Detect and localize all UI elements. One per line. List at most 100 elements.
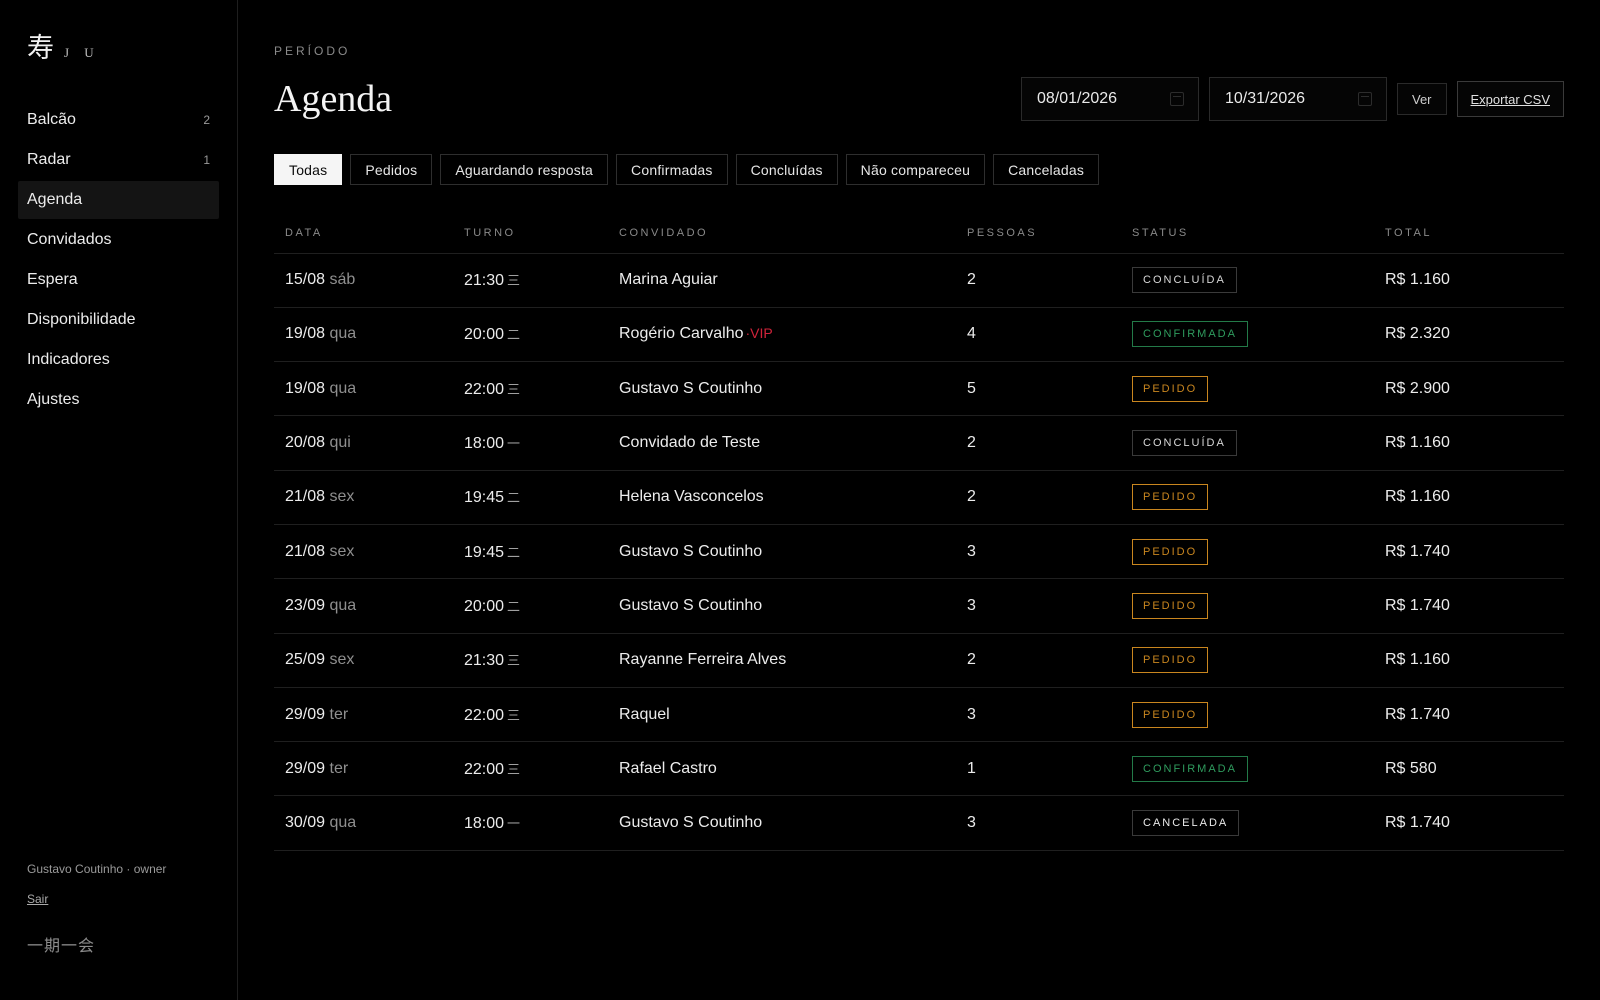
sidebar-item-indicadores[interactable]: Indicadores: [18, 341, 219, 379]
main-content: PERÍODO Agenda 08/01/2026 10/31/2026 Ver…: [238, 0, 1600, 1000]
cell-date: 29/09 ter: [274, 687, 453, 743]
weekday: sex: [329, 542, 355, 560]
cell-people: 2: [956, 415, 1121, 471]
sidebar-item-ajustes[interactable]: Ajustes: [18, 381, 219, 419]
cell-shift: 21:30 三: [453, 633, 608, 688]
logout-link[interactable]: Sair: [27, 892, 48, 906]
status-badge: CONCLUÍDA: [1132, 267, 1237, 294]
date-from-input[interactable]: 08/01/2026: [1021, 77, 1199, 121]
time-value: 20:00: [464, 597, 505, 615]
sidebar-item-disponibilidade[interactable]: Disponibilidade: [18, 301, 219, 339]
status-badge: CONCLUÍDA: [1132, 430, 1237, 457]
date-to-value: 10/31/2026: [1225, 90, 1306, 107]
guest-name[interactable]: Helena Vasconcelos: [619, 488, 764, 505]
shift-glyph: 二: [507, 545, 521, 561]
date-from-value: 08/01/2026: [1037, 90, 1118, 107]
status-badge: PEDIDO: [1132, 484, 1209, 511]
table-row[interactable]: 29/09 ter 22:00 三 Rafael Castro 1 CONFIRMADA R…: [274, 741, 1564, 797]
sidebar-item-espera[interactable]: Espera: [18, 261, 219, 299]
table-row[interactable]: 20/08 qui 18:00 一 Convidado de Teste 2 CONCLU…: [274, 415, 1564, 471]
sidebar-item-radar[interactable]: Radar 1: [18, 141, 219, 179]
guest-name[interactable]: Rogério Carvalho: [619, 325, 744, 342]
table-row[interactable]: 19/08 qua 22:00 三 Gustavo S Coutinho 5 PEDIDO…: [274, 361, 1564, 417]
cell-status: PEDIDO: [1121, 470, 1374, 525]
filter-confirmadas[interactable]: Confirmadas: [616, 154, 728, 185]
filter-canceladas[interactable]: Canceladas: [993, 154, 1100, 185]
cell-date: 20/08 qui: [274, 415, 453, 471]
table-row[interactable]: 25/09 sex 21:30 三 Rayanne Ferreira Alves 2 PE…: [274, 633, 1564, 688]
guest-name[interactable]: Gustavo S Coutinho: [619, 597, 762, 614]
cell-date: 29/09 ter: [274, 741, 453, 797]
table-row[interactable]: 21/08 sex 19:45 二 Helena Vasconcelos 2 PEDIDO…: [274, 470, 1564, 525]
weekday: qua: [329, 325, 357, 343]
filter-pedidos[interactable]: Pedidos: [350, 154, 433, 185]
table-row[interactable]: 21/08 sex 19:45 二 Gustavo S Coutinho 3 PEDIDO…: [274, 524, 1564, 580]
table-row[interactable]: 23/09 qua 20:00 二 Gustavo S Coutinho 3 PEDIDO…: [274, 578, 1564, 634]
view-button[interactable]: Ver: [1397, 83, 1447, 115]
filter-todas[interactable]: Todas: [274, 154, 343, 185]
calendar-icon[interactable]: [1170, 92, 1184, 106]
cell-people: 5: [956, 361, 1121, 417]
cell-shift: 22:00 三: [453, 741, 608, 797]
sidebar-item-label: Agenda: [27, 191, 83, 208]
shift-glyph: 二: [507, 599, 521, 615]
table-row[interactable]: 19/08 qua 20:00 二 Rogério Carvalho ·VIP 4 CONF…: [274, 307, 1564, 363]
cell-shift: 19:45 二: [453, 524, 608, 580]
time-value: 22:00: [464, 706, 505, 724]
guest-name[interactable]: Marina Aguiar: [619, 271, 718, 288]
guest-name[interactable]: Raquel: [619, 706, 670, 723]
date-value: 15/08: [285, 271, 326, 289]
cell-date: 30/09 qua: [274, 795, 453, 851]
guest-name[interactable]: Gustavo S Coutinho: [619, 543, 762, 560]
guest-name[interactable]: Gustavo S Coutinho: [619, 814, 762, 831]
cell-shift: 21:30 三: [453, 253, 608, 308]
cell-guest: Gustavo S Coutinho: [608, 524, 956, 580]
sidebar-item-count: 1: [203, 153, 210, 167]
cell-status: CONCLUÍDA: [1121, 253, 1374, 308]
column-header-convidado: CONVIDADO: [608, 213, 956, 254]
cell-guest: Raquel: [608, 687, 956, 743]
cell-people: 2: [956, 470, 1121, 525]
cell-guest: Convidado de Teste: [608, 415, 956, 471]
cell-people: 2: [956, 633, 1121, 688]
time-value: 22:00: [464, 760, 505, 778]
filter-nao-compareceu[interactable]: Não compareceu: [845, 154, 986, 185]
cell-shift: 18:00 一: [453, 415, 608, 471]
date-value: 19/08: [285, 379, 326, 397]
sidebar-item-label: Indicadores: [27, 351, 110, 368]
guest-name[interactable]: Gustavo S Coutinho: [619, 380, 762, 397]
filter-aguardando-resposta[interactable]: Aguardando resposta: [440, 154, 609, 185]
export-csv-button[interactable]: Exportar CSV: [1456, 81, 1564, 117]
cell-date: 21/08 sex: [274, 470, 453, 525]
cell-shift: 20:00 二: [453, 578, 608, 634]
status-badge: CONFIRMADA: [1132, 755, 1248, 782]
date-to-input[interactable]: 10/31/2026: [1209, 77, 1387, 121]
calendar-icon[interactable]: [1358, 92, 1372, 106]
guest-name[interactable]: Rayanne Ferreira Alves: [619, 651, 786, 668]
filter-concluidas[interactable]: Concluídas: [735, 154, 838, 185]
sidebar: 寿 J U Balcão 2 Radar 1 Agenda Convidados Esper…: [0, 0, 238, 1000]
cell-status: PEDIDO: [1121, 578, 1374, 634]
sidebar-item-convidados[interactable]: Convidados: [18, 221, 219, 259]
status-badge: PEDIDO: [1132, 375, 1209, 402]
sidebar-item-balcao[interactable]: Balcão 2: [18, 101, 219, 139]
cell-people: 1: [956, 741, 1121, 797]
guest-name[interactable]: Rafael Castro: [619, 760, 717, 777]
brand-logo[interactable]: 寿 J U: [18, 26, 219, 65]
date-value: 19/08: [285, 325, 326, 343]
table-row[interactable]: 29/09 ter 22:00 三 Raquel 3 PEDIDO R$ 1.740: [274, 687, 1564, 743]
sidebar-item-agenda[interactable]: Agenda: [18, 181, 219, 219]
table-row[interactable]: 30/09 qua 18:00 一 Gustavo S Coutinho 3 CANCEL…: [274, 795, 1564, 851]
date-value: 30/09: [285, 814, 326, 832]
cell-shift: 22:00 三: [453, 361, 608, 417]
cell-total: R$ 2.900: [1374, 361, 1564, 417]
cell-date: 15/08 sáb: [274, 253, 453, 308]
cell-date: 23/09 qua: [274, 578, 453, 634]
weekday: qui: [329, 434, 351, 452]
guest-name[interactable]: Convidado de Teste: [619, 434, 760, 451]
table-row[interactable]: 15/08 sáb 21:30 三 Marina Aguiar 2 CONCLUÍDA R$…: [274, 253, 1564, 308]
time-value: 21:30: [464, 652, 505, 670]
cell-date: 21/08 sex: [274, 524, 453, 580]
sidebar-item-label: Convidados: [27, 231, 112, 248]
column-header-status: STATUS: [1121, 213, 1374, 254]
